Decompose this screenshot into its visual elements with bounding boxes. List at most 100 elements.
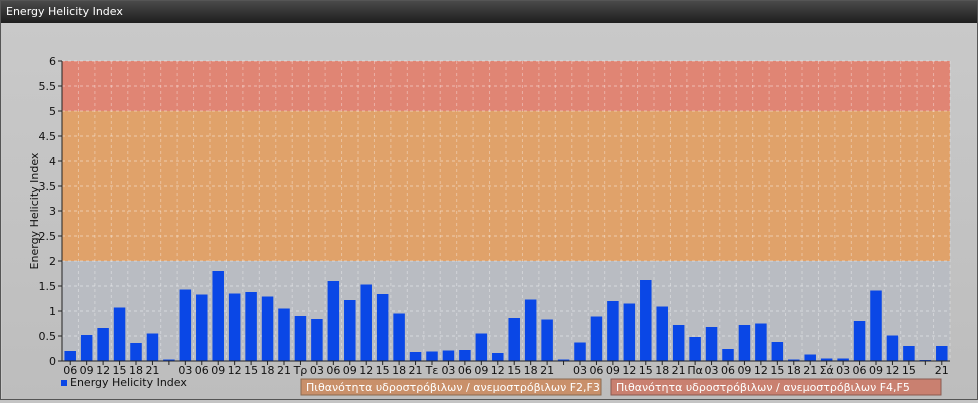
window-title: Energy Helicity Index	[6, 5, 123, 18]
bar	[804, 354, 816, 361]
bar	[294, 316, 307, 361]
y-tick-label: 5	[49, 105, 56, 118]
x-tick-label: 21	[540, 364, 554, 377]
bar	[130, 343, 142, 361]
bar	[459, 350, 471, 361]
chart-window: Energy Helicity Index 0 0.5 1 1.5 2 2.5 3 3.5 4 4…	[0, 0, 978, 400]
bar	[146, 333, 159, 361]
x-tick-label: Πα	[687, 364, 703, 377]
bar	[492, 353, 504, 361]
bar	[113, 307, 126, 361]
x-tick-label: 18	[787, 364, 801, 377]
bar	[228, 293, 241, 361]
bar	[672, 325, 685, 361]
x-tick-label: 21	[672, 364, 686, 377]
x-tick-label: 03	[836, 364, 850, 377]
bar	[640, 280, 652, 361]
y-axis-title: Energy Helicity Index	[28, 152, 41, 269]
x-tick-label: 15	[639, 364, 653, 377]
y-tick-label: 6	[49, 55, 56, 68]
chart-area: 0 0.5 1 1.5 2 2.5 3 3.5 4 4.5 5 5.5 6 06 09 12 15 18 21 03 0…	[2, 23, 977, 399]
x-tick-label: 18	[392, 364, 406, 377]
x-tick-label: 21	[277, 364, 291, 377]
y-tick-label: 4.5	[39, 130, 57, 143]
x-tick-label: 09	[869, 364, 883, 377]
y-tick-label: 1	[49, 305, 56, 318]
x-tick-label: 21	[409, 364, 423, 377]
bar	[409, 352, 422, 361]
bar	[722, 349, 734, 361]
bar	[886, 335, 899, 361]
x-tick-label: 06	[326, 364, 340, 377]
title-bar: Energy Helicity Index	[1, 1, 977, 23]
bar	[80, 335, 93, 361]
bar	[426, 351, 438, 361]
x-tick-label: 09	[606, 364, 620, 377]
legend-band-label-2: Πιθανότητα υδροστρόβιλων / ανεμοστρόβιλω…	[616, 381, 910, 394]
bar	[360, 284, 372, 361]
bar	[853, 321, 866, 361]
x-tick-label: Σά	[820, 364, 834, 377]
bar	[261, 296, 274, 361]
x-tick-label: 15	[902, 364, 916, 377]
x-tick-label: 18	[524, 364, 538, 377]
x-tick-label: 12	[228, 364, 242, 377]
y-tick-label: 5.5	[39, 80, 57, 93]
x-tick-label: 03	[705, 364, 719, 377]
x-tick-label: 15	[770, 364, 784, 377]
bar	[936, 346, 948, 361]
x-tick-label: 15	[376, 364, 390, 377]
bar	[311, 319, 323, 361]
x-tick-label: Τρ	[293, 364, 308, 377]
bar	[393, 313, 405, 361]
bar	[903, 346, 915, 361]
x-tick-label: 18	[261, 364, 275, 377]
x-tick-label: 03	[441, 364, 455, 377]
bar	[196, 294, 208, 361]
bar	[738, 325, 751, 361]
bar	[574, 342, 586, 361]
bar	[623, 303, 636, 361]
y-tick-label: 4	[49, 155, 56, 168]
bar	[97, 328, 109, 361]
y-tick-label: 0	[49, 355, 56, 368]
bar	[607, 301, 619, 361]
bar	[705, 327, 718, 361]
bar	[64, 351, 76, 361]
x-tick-label: 06	[195, 364, 209, 377]
bar	[656, 306, 668, 361]
bar	[689, 337, 701, 361]
x-tick-label: 21	[935, 364, 949, 377]
y-tick-label: 3.5	[39, 180, 57, 193]
x-tick-label: 12	[754, 364, 768, 377]
energy-helicity-chart: 00.511.522.533.544.555.5606 09 12 15 18 21 03 0…	[28, 55, 951, 396]
x-tick-label: 15	[507, 364, 521, 377]
bar	[179, 289, 192, 361]
x-tick-label: 06	[721, 364, 735, 377]
x-tick-label: 15	[244, 364, 258, 377]
bar	[212, 271, 224, 361]
x-tick-label: 18	[655, 364, 669, 377]
bar	[278, 308, 290, 361]
x-tick-label: 12	[359, 364, 373, 377]
bar	[327, 281, 340, 361]
x-tick-label: 03	[310, 364, 324, 377]
y-tick-label: 3	[49, 205, 56, 218]
bar	[508, 318, 520, 361]
bar	[245, 292, 257, 361]
y-tick-label: 2.5	[39, 230, 57, 243]
x-tick-label: 09	[211, 364, 225, 377]
bar	[541, 319, 553, 361]
x-tick-label: Τε	[425, 364, 439, 377]
x-tick-label: 12	[491, 364, 505, 377]
x-tick-label: 12	[885, 364, 899, 377]
bar	[870, 290, 882, 361]
bar	[771, 342, 784, 361]
legend-band-label-1: Πιθανότητα υδροστρόβιλων / ανεμοστρόβιλω…	[306, 381, 600, 394]
bar	[442, 350, 455, 361]
x-tick-label: 09	[343, 364, 357, 377]
x-tick-label: 03	[573, 364, 587, 377]
x-tick-label: 06	[458, 364, 472, 377]
bar	[344, 300, 356, 361]
bar	[376, 294, 389, 361]
